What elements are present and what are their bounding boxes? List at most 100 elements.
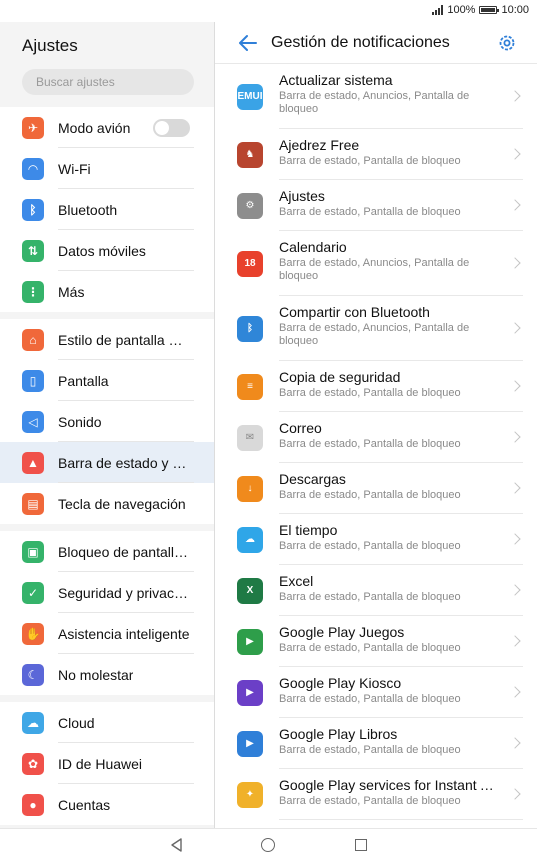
settings-item[interactable]: ▯ Pantalla [0, 360, 214, 401]
play-games-icon: ▶ [237, 628, 263, 655]
app-name: El tiempo [279, 522, 338, 538]
app-notification-item[interactable]: ᛒ Compartir con Bluetooth Barra de estado,… [237, 296, 523, 361]
settings-group: ☁ Cloud ✿ ID de Huawei ● Cuentas [0, 702, 214, 825]
app-name: Calendario [279, 239, 347, 255]
nav-home-icon[interactable] [261, 838, 275, 852]
settings-item[interactable]: ⋮ Más [0, 271, 214, 312]
settings-item[interactable]: ✿ ID de Huawei [0, 743, 214, 784]
app-notification-summary: Barra de estado, Pantalla de bloqueo [279, 387, 461, 399]
app-notification-item[interactable]: EMUI Actualizar sistema Barra de estado, A… [237, 64, 523, 129]
sound-icon: ◁ [22, 410, 44, 433]
settings-gear-icon: ⚙ [237, 192, 263, 219]
app-name: Ajustes [279, 188, 325, 204]
status-indicators: 100% 10:00 [432, 4, 529, 16]
app-text: Google Play Libros Barra de estado, Panta… [279, 718, 523, 757]
settings-sidebar: Ajustes Buscar ajustes ✈ Modo avión ◠ Wi-Fi… [0, 22, 214, 828]
app-notification-item[interactable]: ✦ Google Play services for Instant Ap… Bar… [237, 769, 523, 820]
app-text: Actualizar sistema Barra de estado, Anunc… [279, 64, 523, 116]
settings-item-label: Más [58, 283, 85, 300]
settings-item-label: Estilo de pantalla pri… [58, 331, 190, 348]
settings-item-label: Sonido [58, 413, 102, 430]
app-text: El tiempo Barra de estado, Pantalla de bl… [279, 514, 523, 553]
settings-item[interactable]: ▲ Barra de estado y no… [0, 442, 214, 483]
app-notification-summary: Barra de estado, Anuncios, Pantalla de b… [279, 257, 470, 282]
calendar-icon: 18 [237, 250, 263, 277]
settings-item-label: No molestar [58, 666, 134, 683]
shield-icon: ✓ [22, 581, 44, 604]
app-name: Ajedrez Free [279, 137, 360, 153]
app-notification-item[interactable]: ☁ El tiempo Barra de estado, Pantalla de b… [237, 514, 523, 565]
settings-item[interactable]: ✓ Seguridad y privacid… [0, 572, 214, 613]
settings-item[interactable]: ⇅ Datos móviles [0, 230, 214, 271]
mail-icon: ✉ [237, 424, 263, 451]
account-icon: ● [22, 793, 44, 816]
app-notification-item[interactable]: 18 Calendario Barra de estado, Anuncios, P… [237, 231, 523, 296]
more-icon: ⋮ [22, 280, 44, 303]
app-notification-item[interactable]: ↓ Descargas Barra de estado, Pantalla de b… [237, 463, 523, 514]
app-text: Ajedrez Free Barra de estado, Pantalla de… [279, 129, 523, 168]
settings-item[interactable]: ◠ Wi-Fi [0, 148, 214, 189]
app-name: Google Play services for Instant Ap… [279, 777, 499, 793]
settings-list: ✈ Modo avión ◠ Wi-Fi ᛒ Bluetooth ⇅ Datos móvile… [0, 107, 214, 825]
app-notification-summary: Barra de estado, Pantalla de bloqueo [279, 693, 461, 705]
lock-icon: ▣ [22, 540, 44, 563]
airplane-mode-toggle[interactable] [153, 119, 190, 137]
app-notification-item[interactable]: ▶ Google Play Libros Barra de estado, Pant… [237, 718, 523, 769]
wifi-icon: ◠ [22, 157, 44, 180]
settings-title: Ajustes [22, 36, 78, 55]
settings-item[interactable]: ✈ Modo avión [0, 107, 214, 148]
nav-back-icon[interactable] [170, 838, 184, 852]
app-notification-summary: Barra de estado, Pantalla de bloqueo [279, 744, 461, 756]
settings-item[interactable]: ☁ Cloud [0, 702, 214, 743]
settings-item[interactable]: ● Cuentas [0, 784, 214, 825]
nav-recents-icon[interactable] [355, 839, 367, 851]
app-notification-summary: Barra de estado, Pantalla de bloqueo [279, 795, 461, 807]
app-notification-summary: Barra de estado, Anuncios, Pantalla de b… [279, 90, 470, 115]
app-text: Correo Barra de estado, Pantalla de bloqu… [279, 412, 523, 451]
navigation-bar [0, 828, 537, 860]
app-notification-item[interactable]: ≡ Copia de seguridad Barra de estado, Pant… [237, 361, 523, 412]
settings-item-label: Barra de estado y no… [58, 454, 190, 471]
airplane-icon: ✈ [22, 116, 44, 139]
settings-item[interactable]: ☾ No molestar [0, 654, 214, 695]
settings-item[interactable]: ▣ Bloqueo de pantalla… [0, 531, 214, 572]
settings-group: ⌂ Estilo de pantalla pri… ▯ Pantalla ◁ Sonido… [0, 319, 214, 524]
app-notification-summary: Barra de estado, Pantalla de bloqueo [279, 489, 461, 501]
app-name: Google Play Kiosco [279, 675, 402, 691]
play-kiosk-icon: ▶ [237, 679, 263, 706]
settings-item[interactable]: ▤ Tecla de navegación [0, 483, 214, 524]
settings-item[interactable]: ᛒ Bluetooth [0, 189, 214, 230]
app-notification-item[interactable]: ♞ Ajedrez Free Barra de estado, Pantalla d… [237, 129, 523, 180]
app-notification-item[interactable]: ⚙ Ajustes Barra de estado, Pantalla de blo… [237, 180, 523, 231]
app-text: Google Play services for Instant Ap… Barr… [279, 769, 523, 808]
mobile-data-icon: ⇅ [22, 239, 44, 262]
settings-item-label: Modo avión [58, 119, 131, 136]
app-notification-item[interactable]: ✉ Correo Barra de estado, Pantalla de bloq… [237, 412, 523, 463]
search-input[interactable]: Buscar ajustes [22, 69, 194, 95]
app-notification-summary: Barra de estado, Pantalla de bloqueo [279, 540, 461, 552]
notification-bell-icon: ▲ [22, 451, 44, 474]
app-name: Excel [279, 573, 314, 589]
settings-item-label: Datos móviles [58, 242, 146, 259]
play-services-icon: ✦ [237, 781, 263, 808]
settings-item-label: Bloqueo de pantalla… [58, 543, 190, 560]
settings-item-label: Cuentas [58, 796, 111, 813]
settings-item[interactable]: ✋ Asistencia inteligente [0, 613, 214, 654]
app-text: Calendario Barra de estado, Anuncios, Pan… [279, 231, 523, 283]
back-arrow-icon[interactable] [237, 32, 259, 54]
app-notification-item[interactable]: ▶ Google Play Kiosco Barra de estado, Pant… [237, 667, 523, 718]
excel-icon: X [237, 577, 263, 604]
app-notification-item[interactable]: X Excel Barra de estado, Pantalla de bloqu… [237, 565, 523, 616]
app-notification-summary: Barra de estado, Anuncios, Pantalla de b… [279, 322, 470, 347]
app-text: Google Play Juegos Barra de estado, Panta… [279, 616, 523, 655]
settings-item[interactable]: ⌂ Estilo de pantalla pri… [0, 319, 214, 360]
weather-icon: ☁ [237, 526, 263, 553]
settings-item-label: Cloud [58, 714, 95, 731]
settings-item[interactable]: ◁ Sonido [0, 401, 214, 442]
navigation-key-icon: ▤ [22, 492, 44, 515]
backup-icon: ≡ [237, 373, 263, 400]
app-text: Copia de seguridad Barra de estado, Panta… [279, 361, 523, 400]
app-notification-item[interactable]: ▶ Google Play Juegos Barra de estado, Pant… [237, 616, 523, 667]
app-name: Correo [279, 420, 322, 436]
gear-icon[interactable] [497, 33, 517, 53]
